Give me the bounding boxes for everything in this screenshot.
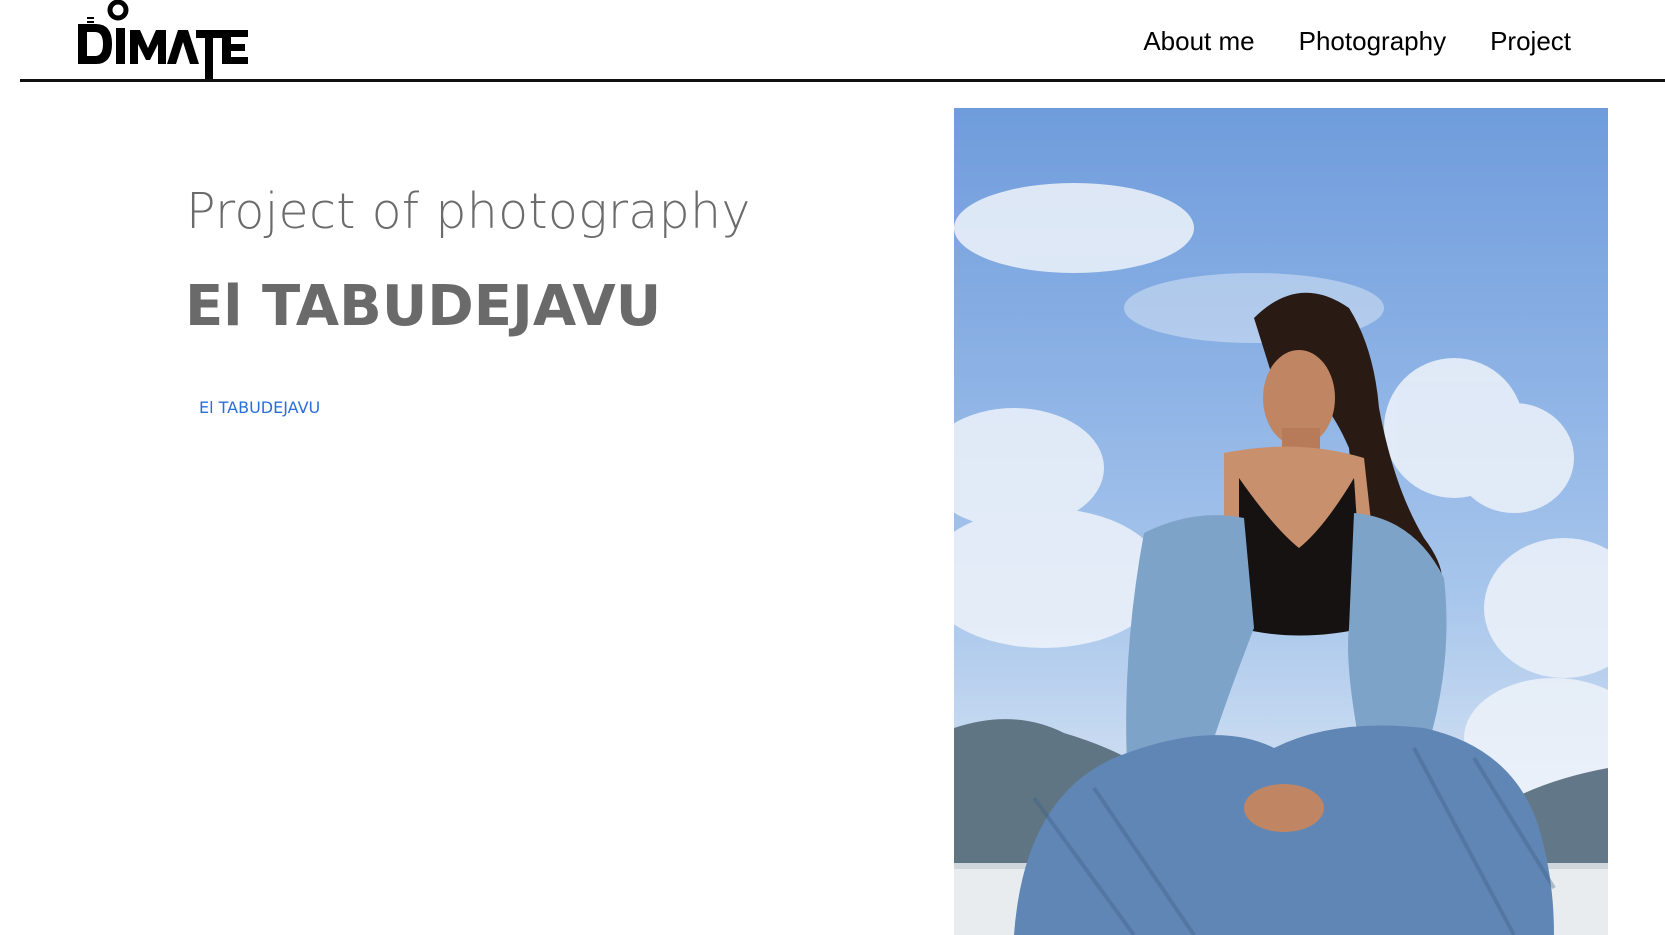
page-title: El TABUDEJAVU: [185, 274, 662, 339]
page-subtitle: Project of photography: [186, 183, 751, 240]
nav-about-me[interactable]: About me: [1143, 26, 1254, 57]
photo-illustration: [954, 183, 1608, 935]
nav-photography[interactable]: Photography: [1299, 26, 1446, 57]
portrait-photo: [954, 108, 1608, 935]
site-header: About me Photography Project: [0, 0, 1665, 84]
logo-mark: [78, 0, 248, 82]
main-nav: About me Photography Project: [1099, 26, 1571, 57]
logo[interactable]: [78, 0, 250, 82]
header-divider: [20, 79, 1665, 82]
nav-project[interactable]: Project: [1490, 26, 1571, 57]
project-link[interactable]: El TABUDEJAVU: [199, 398, 320, 417]
